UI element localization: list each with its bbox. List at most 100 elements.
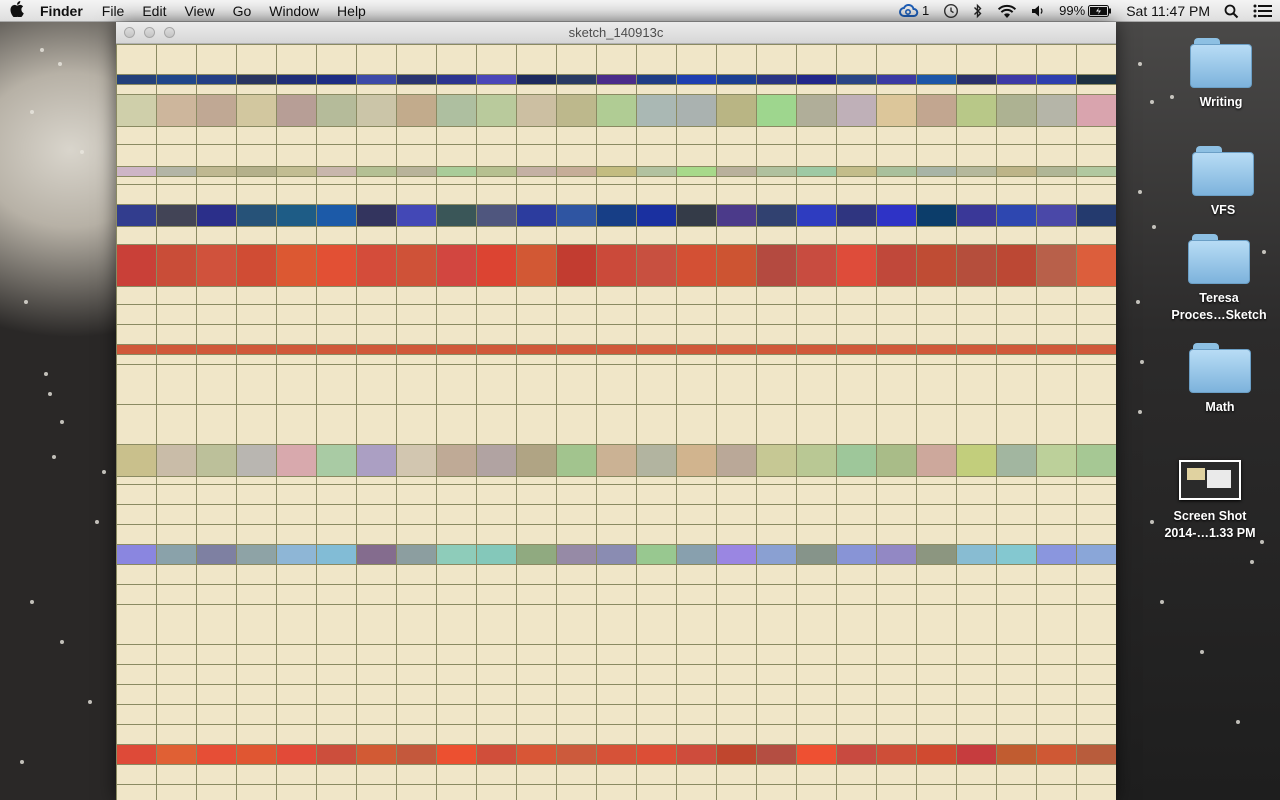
color-cell [1036,204,1076,226]
color-cell [1076,74,1116,84]
color-cell [516,544,556,564]
color-cell [876,344,916,354]
wifi-icon[interactable] [990,4,1024,19]
color-cell [436,74,476,84]
color-cell [396,244,436,286]
menu-go[interactable]: Go [224,0,261,22]
menu-window[interactable]: Window [260,0,328,22]
spotlight-search-icon[interactable] [1217,4,1246,19]
color-cell [156,74,196,84]
menu-view[interactable]: View [175,0,223,22]
screenshot-thumbnail-icon [1179,460,1241,500]
color-cell [316,204,356,226]
desktop-file[interactable]: Screen Shot 2014-…1.33 PM [1150,460,1270,542]
color-cell [996,444,1036,476]
menu-help[interactable]: Help [328,0,375,22]
apple-menu-icon[interactable] [0,0,34,21]
color-cell [716,744,756,764]
color-cell [636,74,676,84]
grid-line-vertical [956,44,957,800]
color-cell [316,544,356,564]
color-cell [396,166,436,176]
color-cell [916,444,956,476]
desktop-icon-label: Writing [1199,95,1243,109]
color-band-row [116,244,1116,286]
battery-percent: 99% [1059,3,1086,18]
wallpaper-raindrop [1170,95,1174,99]
color-cell [596,744,636,764]
wallpaper-raindrop [1136,300,1140,304]
bluetooth-icon[interactable] [966,3,990,19]
window-titlebar[interactable]: sketch_140913c [116,22,1116,44]
notification-center-icon[interactable] [1246,4,1280,18]
creative-cloud-status[interactable]: 1 [892,0,936,22]
battery-status[interactable]: 99% [1052,0,1119,22]
color-cell [116,244,156,286]
color-cell [236,544,276,564]
grid-line-vertical [756,44,757,800]
color-cell [1076,204,1116,226]
color-cell [636,166,676,176]
color-cell [436,444,476,476]
color-cell [836,544,876,564]
color-cell [276,204,316,226]
color-cell [916,94,956,126]
menu-file[interactable]: File [93,0,134,22]
color-cell [116,204,156,226]
sketch-canvas[interactable] [116,44,1116,800]
color-cell [196,244,236,286]
grid-line-vertical [476,44,477,800]
menu-edit[interactable]: Edit [133,0,175,22]
menu-clock[interactable]: Sat 11:47 PM [1119,0,1217,22]
folder-icon [1190,38,1252,88]
wallpaper-raindrop [1160,600,1164,604]
grid-line-vertical [316,44,317,800]
grid-line-vertical [1076,44,1077,800]
color-band-row [116,74,1116,84]
color-cell [836,166,876,176]
color-cell [476,544,516,564]
color-cell [796,244,836,286]
color-cell [876,166,916,176]
color-cell [556,244,596,286]
desktop-folder[interactable]: VFS [1163,146,1280,219]
color-cell [516,94,556,126]
color-band-row [116,744,1116,764]
color-cell [356,166,396,176]
color-cell [596,74,636,84]
grid-line-vertical [116,44,117,800]
color-cell [836,244,876,286]
color-cell [196,744,236,764]
color-cell [996,244,1036,286]
color-cell [156,244,196,286]
desktop-folder[interactable]: Teresa Proces…Sketch [1159,234,1279,324]
color-cell [956,244,996,286]
color-cell [556,204,596,226]
color-cell [316,744,356,764]
grid-line-vertical [196,44,197,800]
wallpaper-raindrop [48,392,52,396]
color-cell [636,204,676,226]
color-cell [556,74,596,84]
desktop-folder[interactable]: Writing [1161,38,1280,111]
wallpaper-raindrop [1150,100,1154,104]
color-cell [516,204,556,226]
menu-bar: Finder File Edit View Go Window Help 1 9… [0,0,1280,22]
desktop-folder[interactable]: Math [1160,343,1280,416]
volume-icon[interactable] [1024,4,1052,18]
grid-line-horizontal [116,324,1116,325]
grid-line-vertical [676,44,677,800]
menu-finder[interactable]: Finder [34,0,93,22]
color-cell [1036,244,1076,286]
color-cell [1036,444,1076,476]
grid-line-horizontal [116,184,1116,185]
color-cell [1076,344,1116,354]
grid-line-horizontal [116,364,1116,365]
color-cell [356,244,396,286]
color-cell [956,544,996,564]
color-cell [996,344,1036,354]
time-machine-icon[interactable] [936,3,966,19]
color-cell [756,544,796,564]
grid-line-vertical [356,44,357,800]
folder-icon [1189,343,1251,393]
